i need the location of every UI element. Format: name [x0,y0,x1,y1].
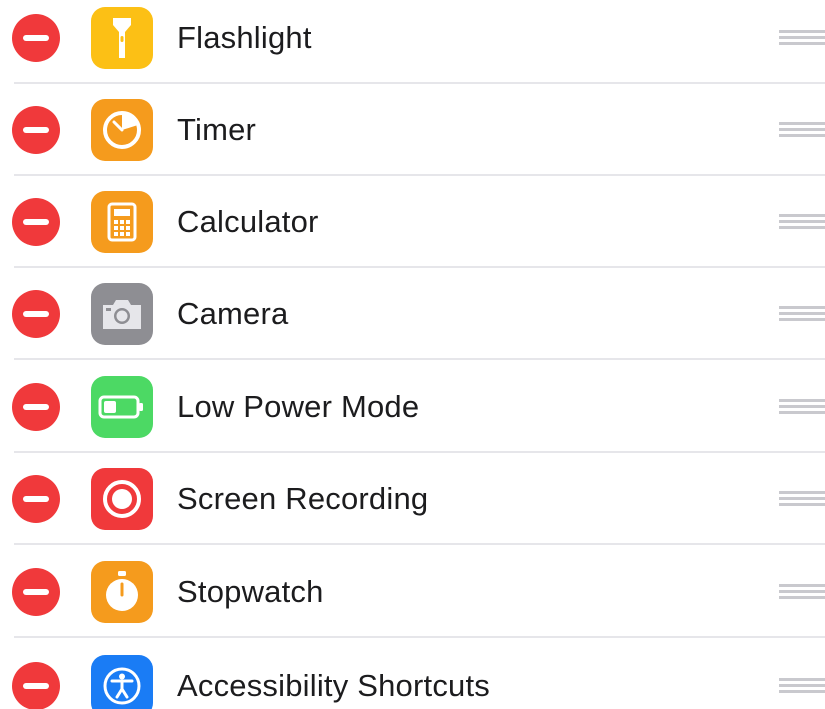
minus-icon [23,683,49,689]
minus-icon [23,496,49,502]
reorder-handle[interactable] [779,678,825,694]
remove-button[interactable] [12,198,60,246]
remove-button[interactable] [12,475,60,523]
reorder-handle[interactable] [779,491,825,507]
calculator-icon [91,191,153,253]
remove-button[interactable] [12,290,60,338]
remove-button[interactable] [12,14,60,62]
separator [14,358,825,360]
control-row-screen-recording: Screen Recording [0,453,825,545]
remove-button[interactable] [12,106,60,154]
control-row-stopwatch: Stopwatch [0,546,825,638]
control-label: Camera [177,296,289,331]
flashlight-icon [91,7,153,69]
control-row-calculator: Calculator [0,176,825,268]
control-row-accessibility-shortcuts: Accessibility Shortcuts [0,640,825,709]
control-label: Stopwatch [177,574,324,609]
control-label: Flashlight [177,20,312,55]
control-label: Accessibility Shortcuts [177,668,490,703]
control-label: Timer [177,112,257,147]
control-label: Low Power Mode [177,389,420,424]
timer-icon [91,99,153,161]
control-row-timer: Timer [0,84,825,176]
control-row-camera: Camera [0,268,825,360]
minus-icon [23,404,49,410]
control-label: Calculator [177,204,319,239]
accessibility-icon [91,655,153,709]
minus-icon [23,35,49,41]
control-row-flashlight: Flashlight [0,0,825,84]
remove-button[interactable] [12,568,60,616]
battery-icon [91,376,153,438]
separator [14,636,825,638]
stopwatch-icon [91,561,153,623]
reorder-handle[interactable] [779,122,825,138]
screen-recording-icon [91,468,153,530]
minus-icon [23,311,49,317]
minus-icon [23,219,49,225]
control-list: Flashlight Timer Calculator Camera Low P… [0,0,825,709]
reorder-handle[interactable] [779,306,825,322]
reorder-handle[interactable] [779,214,825,230]
reorder-handle[interactable] [779,30,825,46]
control-label: Screen Recording [177,481,429,516]
remove-button[interactable] [12,383,60,431]
separator [14,543,825,545]
minus-icon [23,127,49,133]
camera-icon [91,283,153,345]
minus-icon [23,589,49,595]
reorder-handle[interactable] [779,584,825,600]
remove-button[interactable] [12,662,60,709]
control-row-low-power-mode: Low Power Mode [0,361,825,453]
reorder-handle[interactable] [779,399,825,415]
